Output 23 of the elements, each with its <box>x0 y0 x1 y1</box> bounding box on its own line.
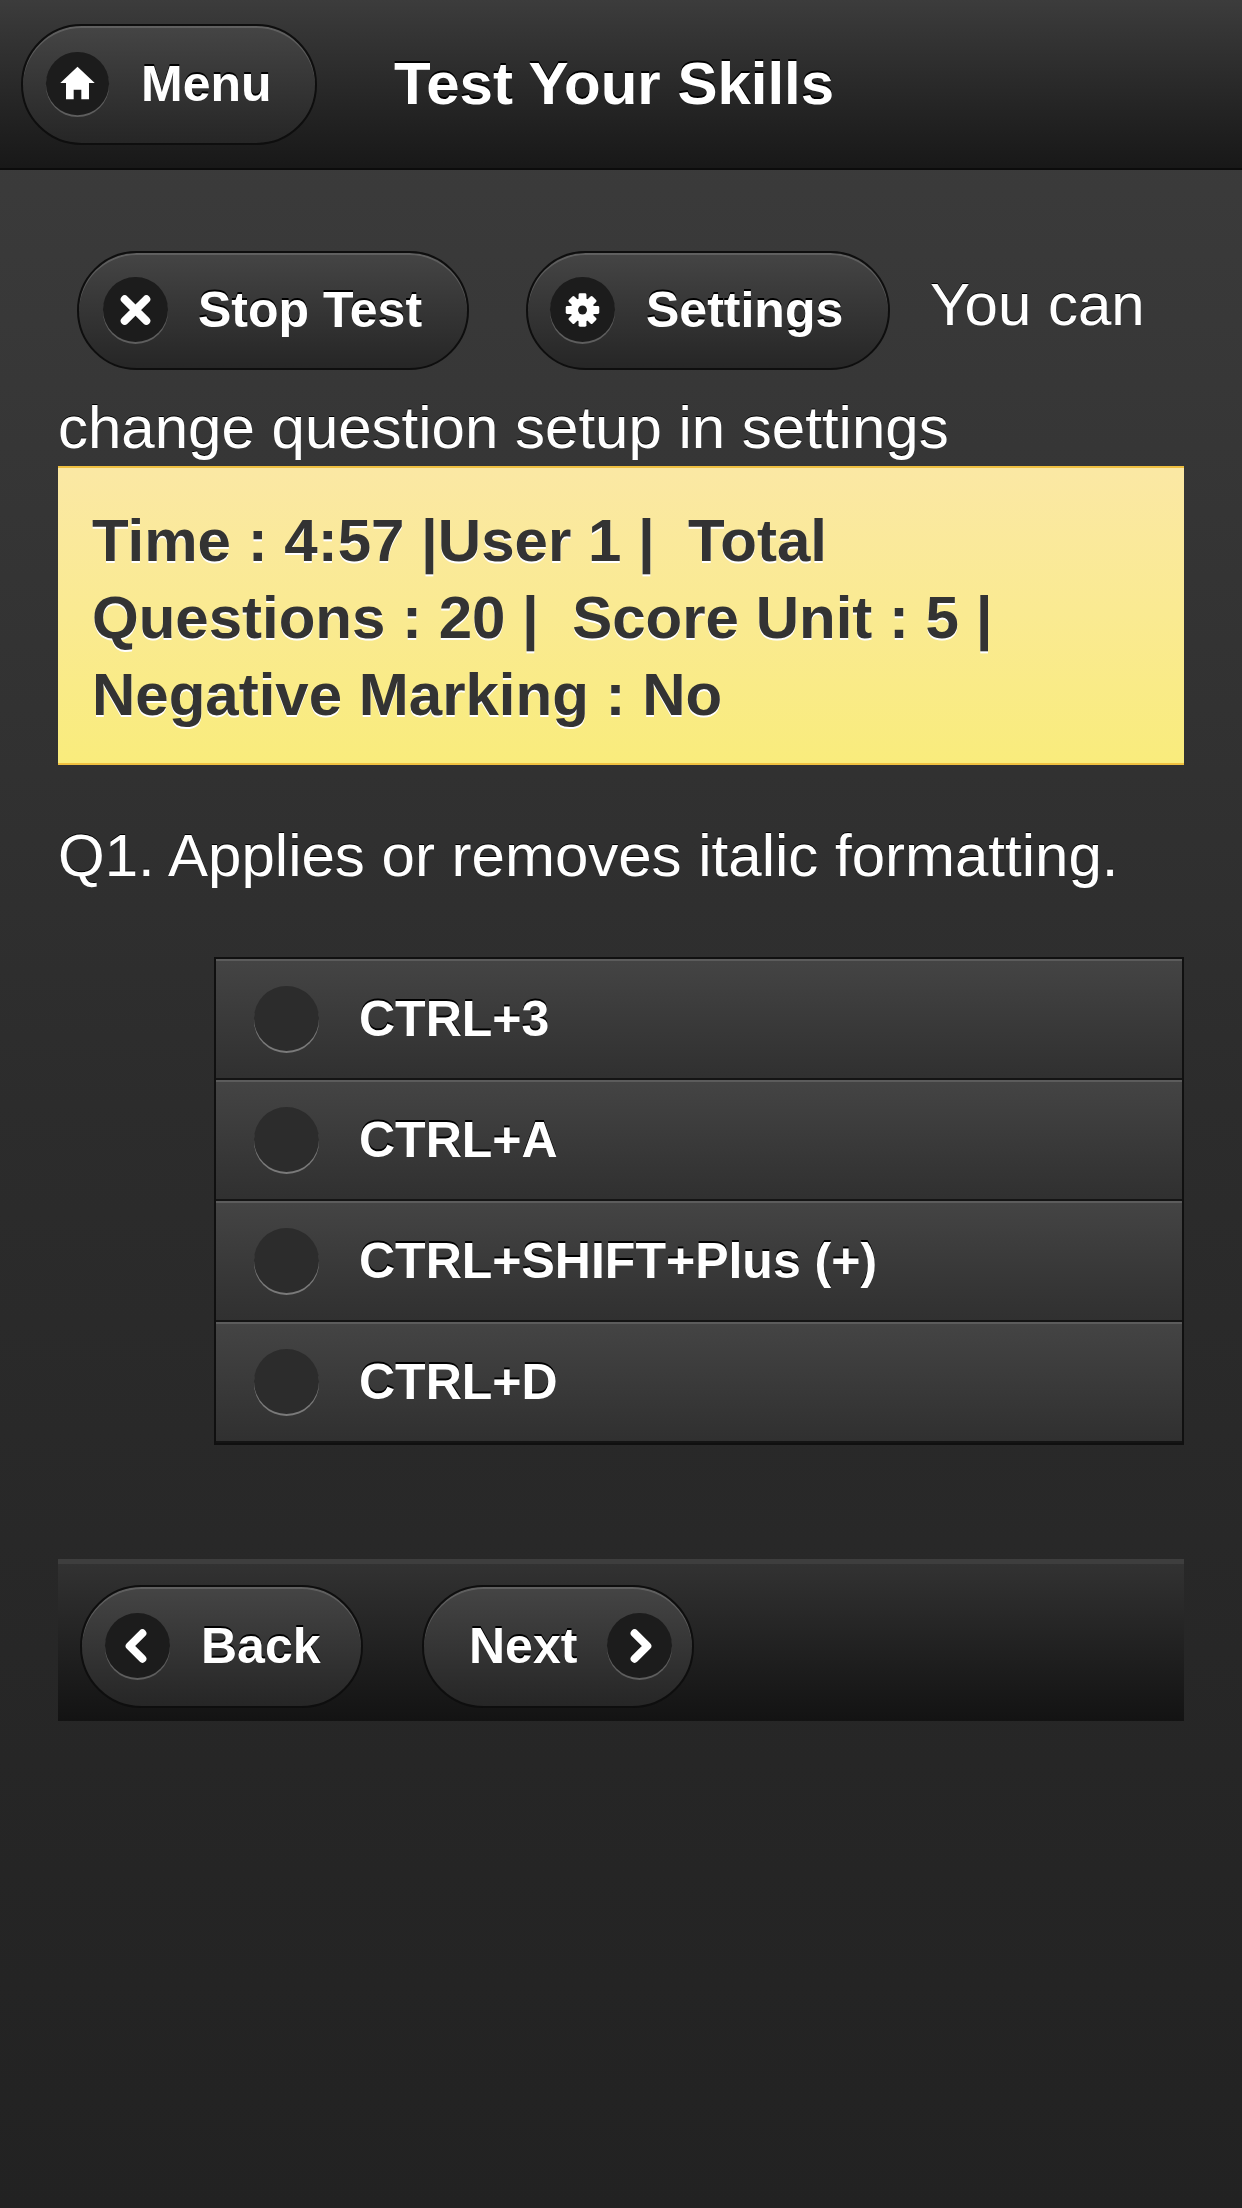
chevron-right-icon <box>605 1612 675 1681</box>
radio-button[interactable] <box>252 985 321 1054</box>
answer-option[interactable]: CTRL+SHIFT+Plus (+) <box>216 1201 1182 1322</box>
question-text: Q1. Applies or removes italic formatting. <box>58 821 1120 891</box>
page-title: Test Your Skills <box>394 49 835 119</box>
chevron-left-icon <box>103 1612 172 1681</box>
answer-option[interactable]: CTRL+D <box>216 1322 1182 1443</box>
test-info-text: Time : 4:57 |User 1 | Total Questions : 20 | Score Unit : 5 | Negative Marking : No <box>92 506 994 730</box>
back-button[interactable]: Back <box>80 1585 363 1708</box>
radio-button[interactable] <box>252 1348 321 1417</box>
settings-icon <box>548 276 617 345</box>
close-icon <box>101 276 170 345</box>
menu-button[interactable]: Menu <box>21 23 317 145</box>
home-icon <box>44 50 111 118</box>
next-button[interactable]: Next <box>422 1585 694 1708</box>
radio-button[interactable] <box>252 1106 321 1175</box>
hint-text: You can <box>930 269 1145 340</box>
radio-button[interactable] <box>252 1227 321 1296</box>
answer-option[interactable]: CTRL+3 <box>216 959 1182 1080</box>
answer-option[interactable]: CTRL+A <box>216 1080 1182 1201</box>
settings-button[interactable]: Settings <box>526 251 890 370</box>
stop-test-button[interactable]: Stop Test <box>77 251 469 370</box>
hint-text: change question setup in settings <box>58 393 950 463</box>
